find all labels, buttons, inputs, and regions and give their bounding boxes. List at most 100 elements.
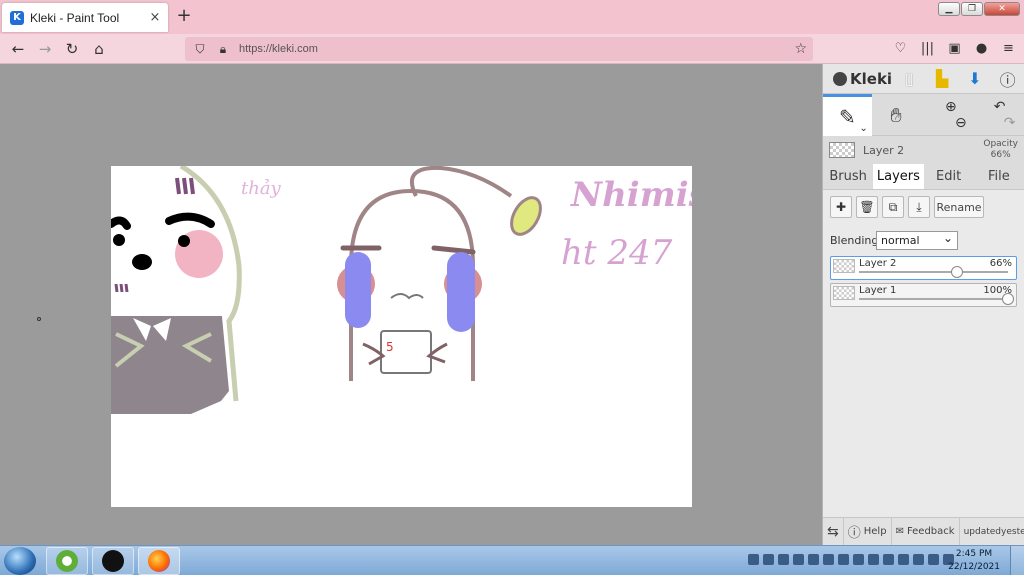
zoom-buttons: ⊕ ⊖: [927, 94, 976, 136]
slider-knob[interactable]: [1002, 293, 1014, 305]
restore-button[interactable]: ❐: [961, 2, 983, 16]
blending-select[interactable]: normal: [876, 230, 958, 250]
tray-icon[interactable]: [883, 554, 894, 565]
add-layer-icon[interactable]: ✚: [830, 196, 852, 218]
middle-tear-right: [447, 252, 475, 332]
tray-icon[interactable]: [913, 554, 924, 565]
feedback-button[interactable]: ✉︎ Feedback: [892, 517, 960, 546]
system-tray: [748, 554, 954, 565]
opacity-readout: Opacity 66%: [983, 139, 1018, 161]
paper-mark-text: 5: [386, 340, 394, 354]
layer-opacity-slider[interactable]: [859, 266, 1008, 278]
chevron-down-icon[interactable]: ⌄: [859, 123, 867, 134]
drawing-canvas[interactable]: 5 thảy Nhimisthy ht 247: [111, 166, 692, 507]
history-buttons: ↶ ↷: [975, 94, 1024, 136]
new-tab-button[interactable]: +: [176, 7, 192, 25]
close-window-button[interactable]: ✕: [984, 2, 1020, 16]
tool-row: ✎ ⌄ ✋︎ ⊕ ⊖ ↶ ↷: [823, 94, 1024, 136]
tab-brush[interactable]: Brush: [823, 164, 873, 189]
tray-icon[interactable]: [898, 554, 909, 565]
hand-tool-button[interactable]: ✋︎: [872, 94, 921, 136]
browser-tab[interactable]: K Kleki - Paint Tool ×: [2, 3, 168, 32]
current-layer-thumbnail: [829, 142, 855, 158]
show-desktop-button[interactable]: [1010, 546, 1024, 575]
tray-icon[interactable]: [808, 554, 819, 565]
tray-icon[interactable]: [793, 554, 804, 565]
current-layer-name: Layer 2: [863, 143, 905, 157]
browser-toolbar-right: ♡ ||| ▣ ● ≡: [891, 39, 1018, 59]
opacity-label: Opacity: [983, 139, 1018, 149]
help-icon[interactable]: ⓘ: [991, 64, 1024, 94]
layer-opacity-slider[interactable]: [859, 293, 1014, 305]
layer-name: Layer 1: [859, 285, 897, 296]
tray-icon[interactable]: [823, 554, 834, 565]
app-icon-green: [56, 550, 78, 572]
menu-icon[interactable]: ≡: [999, 39, 1018, 59]
back-arrow-icon[interactable]: ←: [8, 39, 28, 59]
new-file-icon[interactable]: ▯: [893, 64, 926, 94]
download-icon[interactable]: ⬇: [958, 64, 991, 94]
import-icon[interactable]: ▙: [926, 64, 959, 94]
tray-icon[interactable]: [748, 554, 759, 565]
zoom-in-icon[interactable]: ⊕: [945, 99, 957, 115]
left-nose: [132, 254, 152, 270]
start-button[interactable]: [4, 547, 36, 575]
tray-icon[interactable]: [778, 554, 789, 565]
layer-buttons: ✚ 🗑︎ ⧉ ⤓ Rename: [830, 196, 1017, 220]
slider-knob[interactable]: [951, 266, 964, 278]
url-bar[interactable]: ⛉ 🔒︎ https://kleki.com ☆: [185, 37, 813, 61]
shield-icon[interactable]: ⛉: [192, 42, 208, 57]
tab-layers[interactable]: Layers: [873, 164, 924, 189]
bookmark-star-icon[interactable]: ☆: [794, 41, 807, 57]
taskbar-firefox[interactable]: [138, 547, 180, 575]
account-icon[interactable]: ●: [972, 39, 991, 59]
updated-status: updated yesterday: [960, 518, 1024, 546]
canvas-workspace[interactable]: 5 thảy Nhimisthy ht 247: [0, 64, 822, 545]
duplicate-layer-icon[interactable]: ⧉: [882, 196, 904, 218]
tray-icon[interactable]: [838, 554, 849, 565]
tray-icon[interactable]: [853, 554, 864, 565]
merge-down-icon[interactable]: ⤓: [908, 196, 930, 218]
home-icon[interactable]: ⌂: [89, 39, 109, 59]
kleki-logo[interactable]: Kleki: [833, 70, 893, 88]
tab-edit[interactable]: Edit: [924, 164, 974, 189]
middle-tear-left: [345, 252, 371, 328]
help-button[interactable]: ⓘ Help: [844, 517, 892, 546]
zoom-out-icon[interactable]: ⊖: [955, 115, 967, 131]
layer-item[interactable]: Layer 2 66%: [830, 256, 1017, 280]
tray-icon[interactable]: [928, 554, 939, 565]
taskbar-app-1[interactable]: [46, 547, 88, 575]
taskbar-clock[interactable]: 2:45 PM 22/12/2021: [948, 548, 1000, 574]
updated-line-1: updated: [963, 526, 1002, 537]
blending-label: Blending: [830, 233, 879, 247]
rename-button[interactable]: Rename: [934, 196, 984, 218]
lock-icon[interactable]: 🔒︎: [215, 42, 231, 57]
feedback-icon: ✉︎: [895, 526, 904, 537]
firefox-icon: [148, 550, 170, 572]
updated-line-2: yesterday: [1001, 526, 1024, 537]
minimize-button[interactable]: ▁: [938, 2, 960, 16]
tray-icon[interactable]: [868, 554, 879, 565]
redo-icon[interactable]: ↷: [1004, 115, 1016, 131]
kleki-logo-text: Kleki: [850, 69, 893, 88]
clock-time: 2:45 PM: [955, 549, 993, 559]
left-eye: [113, 234, 125, 246]
brush-tool-button[interactable]: ✎ ⌄: [823, 94, 872, 136]
layer-item[interactable]: Layer 1 100%: [830, 283, 1017, 307]
reload-icon[interactable]: ↻: [62, 39, 82, 59]
current-layer-info: Layer 2 Opacity 66%: [823, 136, 1024, 164]
tab-file[interactable]: File: [974, 164, 1024, 189]
taskbar-app-2[interactable]: [92, 547, 134, 575]
tray-icon[interactable]: [763, 554, 774, 565]
brush-icon: ✎: [838, 104, 856, 129]
sidebar-icon[interactable]: ▣: [945, 39, 964, 59]
pocket-icon[interactable]: ♡: [891, 39, 910, 59]
tab-close-button[interactable]: ×: [146, 10, 164, 25]
library-icon[interactable]: |||: [918, 39, 937, 59]
clock-date: 22/12/2021: [948, 562, 1000, 572]
delete-layer-icon[interactable]: 🗑︎: [856, 196, 878, 218]
undo-icon[interactable]: ↶: [994, 99, 1006, 115]
swap-side-icon[interactable]: ⇆: [823, 517, 844, 546]
forward-arrow-icon[interactable]: →: [35, 39, 55, 59]
window-controls: ▁ ❐ ✕: [938, 2, 1020, 16]
